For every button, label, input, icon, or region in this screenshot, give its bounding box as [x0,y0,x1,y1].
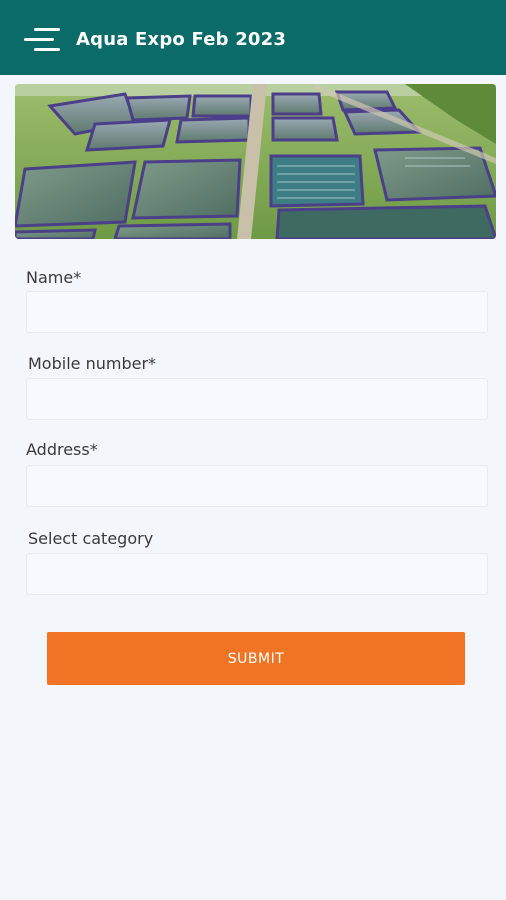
name-label: Name* [26,268,82,287]
address-field[interactable] [26,465,488,507]
aquaculture-ponds-photo [15,84,496,239]
select-category-field[interactable] [26,553,488,595]
hero-image [15,84,496,239]
mobile-number-label: Mobile number* [28,354,157,373]
app-bar: Aqua Expo Feb 2023 [0,0,506,75]
name-field[interactable] [26,291,488,333]
page-title: Aqua Expo Feb 2023 [76,29,287,50]
select-category-label: Select category [28,529,154,548]
hamburger-menu-icon[interactable] [24,28,60,52]
submit-button[interactable]: SUBMIT [47,632,465,685]
address-label: Address* [26,440,98,459]
mobile-number-field[interactable] [26,378,488,420]
